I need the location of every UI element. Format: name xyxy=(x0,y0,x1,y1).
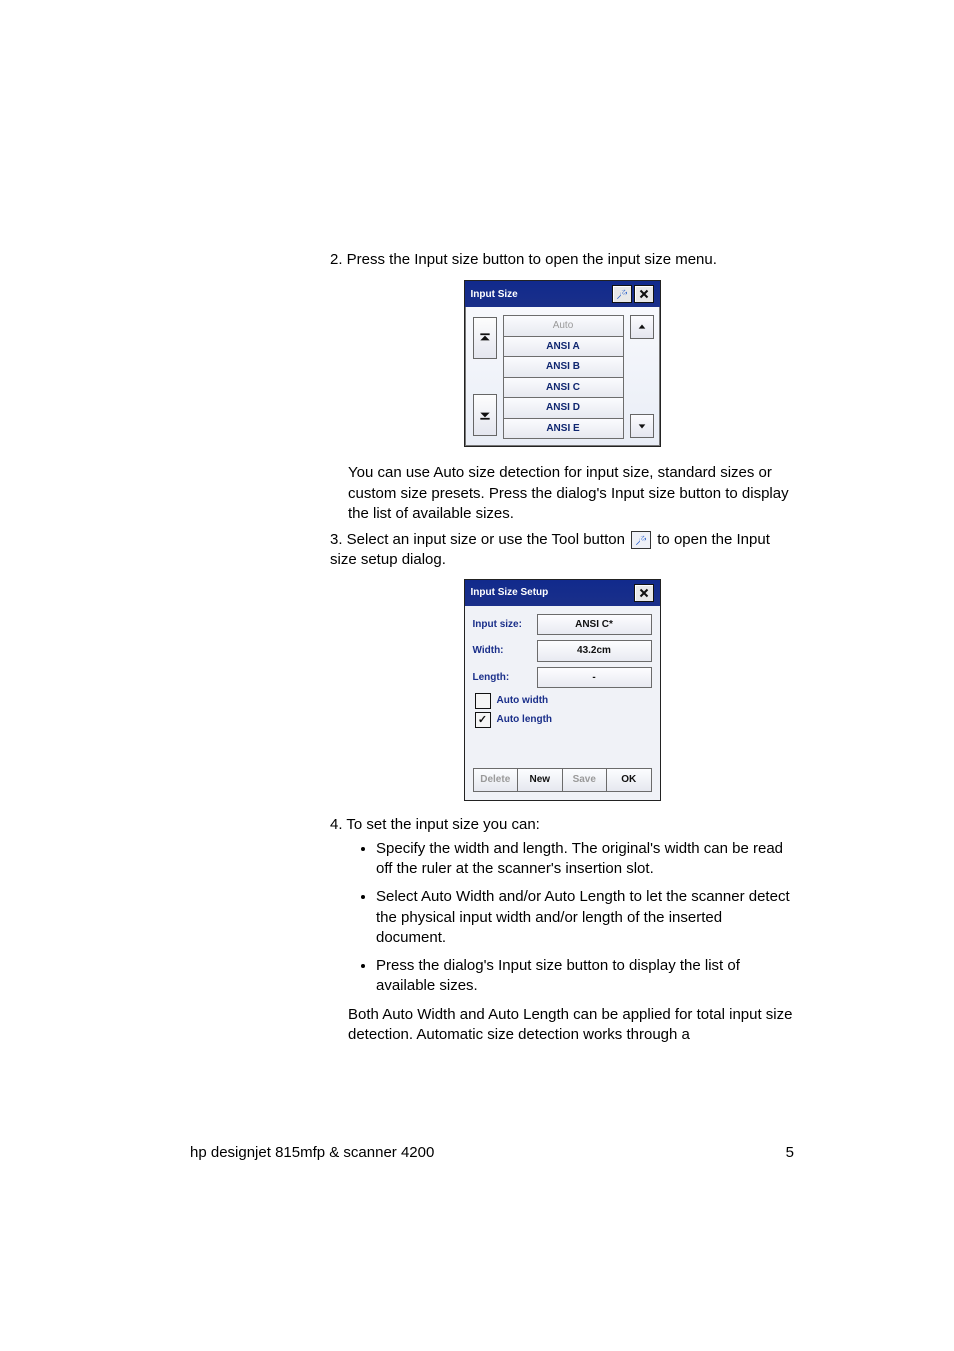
dialog-title-bar: Input Size Setup xyxy=(465,580,660,606)
page-top-button[interactable] xyxy=(473,317,497,359)
page-footer: hp designjet 815mfp & scanner 4200 5 xyxy=(190,1144,794,1161)
size-option-auto[interactable]: Auto xyxy=(503,315,624,337)
paragraph-auto-size: You can use Auto size detection for inpu… xyxy=(348,463,794,524)
scroll-up-button[interactable] xyxy=(630,315,654,339)
save-button[interactable]: Save xyxy=(562,768,608,792)
value-length[interactable]: - xyxy=(537,667,652,689)
input-size-menu-dialog: Input Size A xyxy=(464,280,661,447)
tool-icon[interactable] xyxy=(612,285,632,303)
step-4: 4. To set the input size you can: xyxy=(330,815,794,835)
value-input-size[interactable]: ANSI C* xyxy=(537,614,652,636)
size-option-ansi-c[interactable]: ANSI C xyxy=(503,377,624,399)
value-width[interactable]: 43.2cm xyxy=(537,640,652,662)
label-auto-length: Auto length xyxy=(497,713,553,727)
close-icon[interactable] xyxy=(634,584,654,602)
label-auto-width: Auto width xyxy=(497,694,549,708)
ok-button[interactable]: OK xyxy=(606,768,652,792)
delete-button[interactable]: Delete xyxy=(473,768,519,792)
size-option-ansi-a[interactable]: ANSI A xyxy=(503,336,624,358)
checkbox-auto-length[interactable] xyxy=(475,712,491,728)
close-icon[interactable] xyxy=(634,285,654,303)
list-item: Specify the width and length. The origin… xyxy=(376,839,794,880)
dialog-title: Input Size Setup xyxy=(471,586,549,600)
label-input-size: Input size: xyxy=(473,618,537,632)
list-item: Select Auto Width and/or Auto Length to … xyxy=(376,887,794,948)
input-size-setup-dialog: Input Size Setup Input size: ANSI C* Wid… xyxy=(464,579,661,801)
checkbox-auto-width[interactable] xyxy=(475,693,491,709)
size-option-ansi-d[interactable]: ANSI D xyxy=(503,397,624,419)
label-length: Length: xyxy=(473,671,537,685)
size-option-ansi-e[interactable]: ANSI E xyxy=(503,418,624,440)
size-option-ansi-b[interactable]: ANSI B xyxy=(503,356,624,378)
dialog-title-bar: Input Size xyxy=(465,281,660,307)
list-item: Press the dialog's Input size button to … xyxy=(376,956,794,997)
label-width: Width: xyxy=(473,644,537,658)
bullet-list: Specify the width and length. The origin… xyxy=(376,839,794,997)
tool-icon[interactable] xyxy=(631,531,651,549)
step-3: 3. Select an input size or use the Tool … xyxy=(330,530,794,571)
dialog-title: Input Size xyxy=(471,288,518,302)
paragraph-both-auto: Both Auto Width and Auto Length can be a… xyxy=(348,1005,794,1046)
page-bottom-button[interactable] xyxy=(473,394,497,436)
new-button[interactable]: New xyxy=(517,768,563,792)
scroll-down-button[interactable] xyxy=(630,414,654,438)
page-number: 5 xyxy=(786,1144,794,1161)
step-2: 2. Press the Input size button to open t… xyxy=(330,250,794,270)
footer-left: hp designjet 815mfp & scanner 4200 xyxy=(190,1144,434,1161)
